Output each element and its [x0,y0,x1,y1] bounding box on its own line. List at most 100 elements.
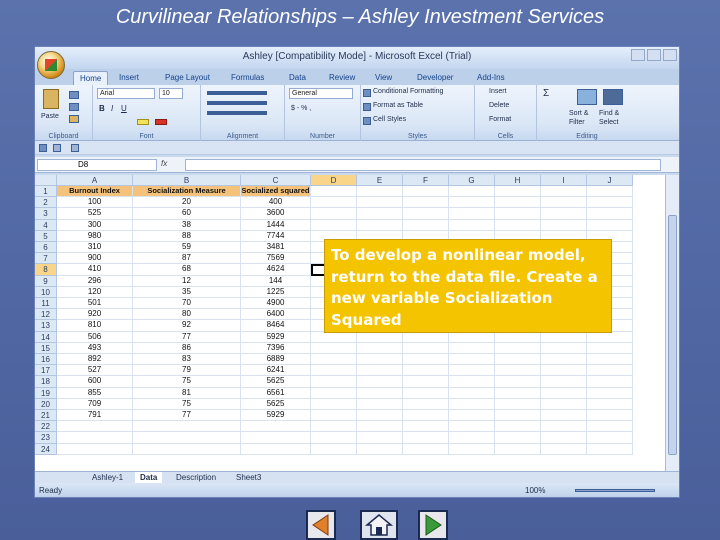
empty-cell[interactable] [495,387,541,399]
empty-cell[interactable] [449,331,495,343]
row-header[interactable]: 18 [35,376,57,388]
tab-page-layout[interactable]: Page Layout [159,71,216,85]
empty-cell[interactable] [449,219,495,231]
minimize-button[interactable] [631,49,645,61]
row-header[interactable]: 16 [35,354,57,366]
fx-label[interactable]: fx [161,159,167,168]
empty-cell[interactable] [357,219,403,231]
empty-cell[interactable] [449,376,495,388]
empty-cell[interactable] [357,331,403,343]
empty-cell[interactable] [587,432,633,444]
home-button[interactable] [360,510,398,540]
table-cell[interactable]: 100 [57,197,133,209]
empty-cell[interactable] [495,342,541,354]
row-header[interactable]: 12 [35,309,57,321]
empty-cell[interactable] [311,354,357,366]
empty-cell[interactable] [449,197,495,209]
formula-input[interactable] [185,159,661,171]
table-cell[interactable]: 709 [57,398,133,410]
column-title-cell[interactable]: Socialization Measure [133,186,241,198]
empty-cell[interactable] [587,421,633,433]
empty-cell[interactable] [587,342,633,354]
table-cell[interactable]: 35 [133,286,241,298]
column-header-c[interactable]: C [241,175,311,186]
column-header-a[interactable]: A [57,175,133,186]
table-cell[interactable]: 70 [133,298,241,310]
table-cell[interactable]: 79 [133,365,241,377]
empty-cell[interactable] [311,342,357,354]
cut-icon[interactable] [69,91,79,99]
empty-cell[interactable] [449,410,495,422]
empty-cell[interactable] [311,365,357,377]
table-cell[interactable]: 855 [57,387,133,399]
empty-cell[interactable] [449,365,495,377]
table-cell[interactable]: 5929 [241,331,311,343]
table-cell[interactable]: 20 [133,197,241,209]
empty-cell[interactable] [403,443,449,455]
table-cell[interactable]: 4900 [241,298,311,310]
empty-cell[interactable] [541,354,587,366]
tab-insert[interactable]: Insert [113,71,145,85]
tab-add-ins[interactable]: Add-Ins [471,71,511,85]
empty-cell[interactable] [587,398,633,410]
empty-cell[interactable] [587,443,633,455]
row-header[interactable]: 5 [35,230,57,242]
empty-cell[interactable] [241,432,311,444]
row-header[interactable]: 13 [35,320,57,332]
paste-icon[interactable] [43,89,59,109]
italic-button[interactable]: I [111,104,113,113]
table-cell[interactable]: 506 [57,331,133,343]
empty-cell[interactable] [541,208,587,220]
delete-cells-button[interactable]: Delete [489,102,509,109]
table-cell[interactable]: 92 [133,320,241,332]
tab-home[interactable]: Home [73,71,109,85]
empty-cell[interactable] [311,398,357,410]
empty-cell[interactable] [133,432,241,444]
tab-view[interactable]: View [369,71,398,85]
empty-cell[interactable] [541,443,587,455]
empty-cell[interactable] [541,197,587,209]
redo-icon[interactable] [71,144,79,152]
table-cell[interactable]: 501 [57,298,133,310]
table-cell[interactable]: 12 [133,275,241,287]
empty-cell[interactable] [495,354,541,366]
table-cell[interactable]: 410 [57,264,133,276]
empty-cell[interactable] [541,387,587,399]
empty-cell[interactable] [587,410,633,422]
empty-cell[interactable] [403,354,449,366]
empty-cell[interactable] [357,365,403,377]
insert-cells-button[interactable]: Insert [489,88,507,95]
table-cell[interactable]: 400 [241,197,311,209]
empty-cell[interactable] [587,365,633,377]
table-cell[interactable]: 6400 [241,309,311,321]
table-cell[interactable]: 38 [133,219,241,231]
table-cell[interactable]: 810 [57,320,133,332]
empty-cell[interactable] [541,331,587,343]
row-header[interactable]: 2 [35,197,57,209]
table-cell[interactable]: 5929 [241,410,311,422]
empty-cell[interactable] [311,432,357,444]
column-header-h[interactable]: H [495,175,541,186]
table-cell[interactable]: 527 [57,365,133,377]
empty-cell[interactable] [495,331,541,343]
table-cell[interactable]: 4624 [241,264,311,276]
empty-cell[interactable] [133,443,241,455]
empty-cell[interactable] [587,197,633,209]
table-cell[interactable]: 7744 [241,230,311,242]
font-color-icon[interactable] [155,119,167,125]
table-cell[interactable]: 59 [133,242,241,254]
table-cell[interactable]: 87 [133,253,241,265]
paste-button[interactable]: Paste [41,113,59,120]
row-header[interactable]: 7 [35,253,57,265]
table-cell[interactable]: 120 [57,286,133,298]
empty-cell[interactable] [57,443,133,455]
format-cells-button[interactable]: Format [489,116,511,123]
table-cell[interactable]: 6889 [241,354,311,366]
empty-cell[interactable] [403,186,449,198]
empty-cell[interactable] [57,421,133,433]
empty-cell[interactable] [357,398,403,410]
table-cell[interactable]: 900 [57,253,133,265]
format-as-table-button[interactable]: Format as Table [373,102,423,109]
empty-cell[interactable] [357,443,403,455]
row-header[interactable]: 10 [35,286,57,298]
